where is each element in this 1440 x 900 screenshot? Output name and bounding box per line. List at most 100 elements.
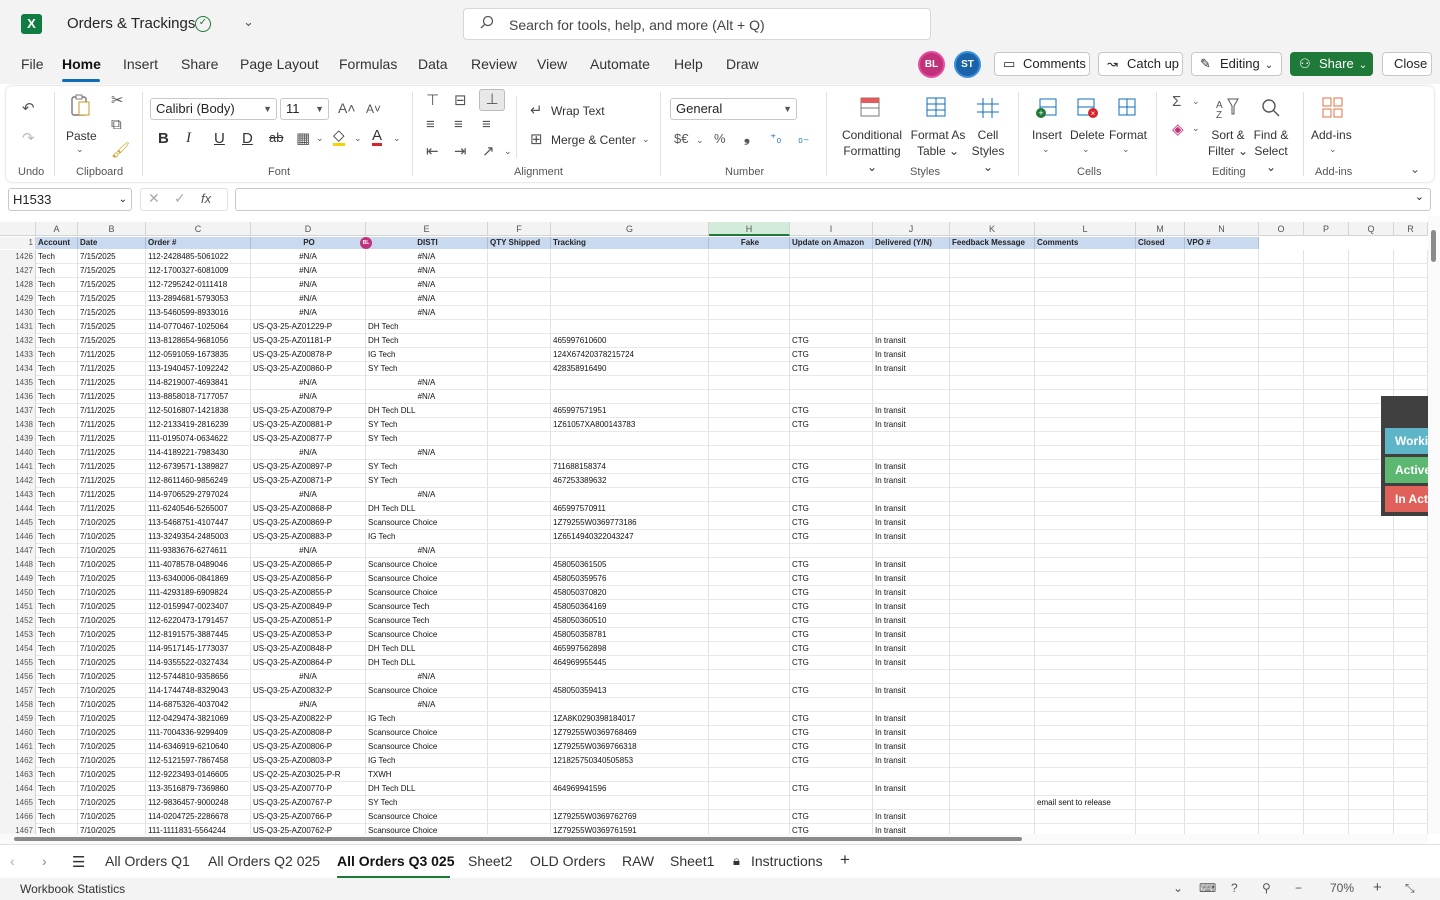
conditional-formatting-icon[interactable]	[858, 96, 884, 120]
table-cell[interactable]: 1Z79255W0369761591	[551, 824, 709, 834]
table-cell[interactable]: Tech	[36, 544, 78, 558]
empty-cell[interactable]	[1304, 446, 1349, 460]
table-cell[interactable]	[709, 418, 790, 432]
table-cell[interactable]	[1035, 516, 1136, 530]
table-row[interactable]: 1436 Tech 7/11/2025 113-8858018-7177057 #N/A…	[0, 390, 1428, 404]
table-cell[interactable]	[551, 768, 709, 782]
tab-review[interactable]: Review	[471, 56, 517, 72]
table-cell[interactable]: Scansource Choice	[366, 810, 488, 824]
table-cell[interactable]: 114-9706529-2797024	[146, 488, 251, 502]
table-cell[interactable]: US-Q3-25-AZ00878-P	[251, 348, 366, 362]
empty-cell[interactable]	[1259, 362, 1304, 376]
close-button[interactable]: Close	[1382, 52, 1432, 76]
table-cell[interactable]	[790, 376, 873, 390]
chevron-down-icon[interactable]: ⌄	[1192, 96, 1200, 107]
empty-cell[interactable]	[1394, 642, 1428, 656]
empty-cell[interactable]	[950, 740, 1035, 754]
table-cell[interactable]	[709, 390, 790, 404]
sheet-tab-active[interactable]: All Orders Q3 025	[337, 853, 455, 869]
empty-cell[interactable]	[950, 432, 1035, 446]
table-cell[interactable]: Tech	[36, 824, 78, 834]
table-cell[interactable]	[709, 292, 790, 306]
table-cell[interactable]: US-Q3-25-AZ00879-P	[251, 404, 366, 418]
empty-cell[interactable]	[1304, 306, 1349, 320]
empty-cell[interactable]	[1136, 334, 1185, 348]
table-cell[interactable]	[551, 446, 709, 460]
empty-cell[interactable]	[1259, 348, 1304, 362]
empty-cell[interactable]	[1349, 740, 1394, 754]
empty-cell[interactable]	[1259, 460, 1304, 474]
table-cell[interactable]	[1035, 572, 1136, 586]
avatar[interactable]: BL	[918, 51, 945, 78]
empty-cell[interactable]	[1136, 698, 1185, 712]
empty-cell[interactable]	[1136, 754, 1185, 768]
table-cell[interactable]	[709, 754, 790, 768]
empty-cell[interactable]	[1136, 320, 1185, 334]
empty-cell[interactable]	[1259, 726, 1304, 740]
chevron-down-icon[interactable]: ⌄	[393, 133, 401, 144]
table-cell[interactable]	[709, 810, 790, 824]
table-cell[interactable]: US-Q3-25-AZ00851-P	[251, 614, 366, 628]
table-cell[interactable]: US-Q3-25-AZ00762-P	[251, 824, 366, 834]
chevron-down-icon[interactable]: ⌄	[1329, 144, 1337, 155]
empty-cell[interactable]	[1136, 362, 1185, 376]
table-row[interactable]: 1445 Tech 7/10/2025 113-5468751-4107447 US-Q…	[0, 516, 1428, 530]
table-cell[interactable]	[1035, 292, 1136, 306]
table-cell[interactable]	[873, 544, 950, 558]
table-cell[interactable]: 114-1744748-8329043	[146, 684, 251, 698]
empty-cell[interactable]	[1136, 544, 1185, 558]
conditional-formatting-button[interactable]: Conditional Formatting ⌄	[838, 127, 906, 175]
empty-cell[interactable]	[1136, 824, 1185, 834]
empty-cell[interactable]	[1259, 614, 1304, 628]
empty-cell[interactable]	[950, 530, 1035, 544]
table-cell[interactable]: In transit	[873, 474, 950, 488]
empty-cell[interactable]	[488, 432, 551, 446]
autosum-icon[interactable]: Σ	[1172, 93, 1181, 110]
paste-label[interactable]: Paste	[66, 128, 97, 144]
table-cell[interactable]: In transit	[873, 404, 950, 418]
table-cell[interactable]	[551, 306, 709, 320]
empty-cell[interactable]	[1136, 782, 1185, 796]
table-cell[interactable]: CTG	[790, 740, 873, 754]
empty-cell[interactable]	[1349, 670, 1394, 684]
sheet-tab[interactable]: Sheet2	[468, 853, 512, 869]
table-cell[interactable]: #N/A	[251, 390, 366, 404]
table-cell[interactable]	[551, 264, 709, 278]
empty-cell[interactable]	[1136, 348, 1185, 362]
insert-function-icon[interactable]: fx	[201, 191, 211, 206]
empty-cell[interactable]	[1185, 726, 1259, 740]
table-row[interactable]: 1463 Tech 7/10/2025 112-9223493-0146605 US-Q…	[0, 768, 1428, 782]
table-cell[interactable]: Tech	[36, 306, 78, 320]
empty-cell[interactable]	[1394, 572, 1428, 586]
table-cell[interactable]: IG Tech	[366, 754, 488, 768]
tab-data[interactable]: Data	[418, 56, 448, 72]
table-cell[interactable]	[1035, 698, 1136, 712]
table-row[interactable]: 1434 Tech 7/11/2025 113-1940457-1092242 US-Q…	[0, 362, 1428, 376]
increase-decimal-icon[interactable]: ⁺₀	[770, 131, 781, 145]
empty-cell[interactable]	[1394, 782, 1428, 796]
empty-cell[interactable]	[1304, 796, 1349, 810]
table-row[interactable]: 1431 Tech 7/15/2025 114-0770467-1025064 US-Q…	[0, 320, 1428, 334]
table-cell[interactable]: 7/15/2025	[78, 250, 146, 264]
all-sheets-menu-icon[interactable]: ☰	[72, 853, 85, 871]
empty-cell[interactable]	[1304, 348, 1349, 362]
table-cell[interactable]: email sent to release	[1035, 796, 1136, 810]
empty-cell[interactable]	[1304, 642, 1349, 656]
empty-cell[interactable]	[1394, 558, 1428, 572]
empty-cell[interactable]	[1185, 334, 1259, 348]
column-header[interactable]: M	[1136, 222, 1185, 236]
table-cell[interactable]: 7/10/2025	[78, 544, 146, 558]
chevron-down-icon[interactable]: ⌄	[1173, 881, 1183, 895]
table-cell[interactable]: US-Q3-25-AZ00808-P	[251, 726, 366, 740]
empty-cell[interactable]	[1259, 600, 1304, 614]
tab-draw[interactable]: Draw	[726, 56, 759, 72]
table-cell[interactable]: In transit	[873, 362, 950, 376]
table-cell[interactable]	[709, 306, 790, 320]
column-title[interactable]: Comments	[1035, 237, 1136, 249]
table-cell[interactable]	[1035, 768, 1136, 782]
table-cell[interactable]: 7/11/2025	[78, 488, 146, 502]
excel-logo-icon[interactable]: X	[21, 14, 42, 34]
copy-icon[interactable]: ⧉	[111, 116, 122, 133]
empty-cell[interactable]	[1136, 446, 1185, 460]
table-cell[interactable]: Tech	[36, 782, 78, 796]
